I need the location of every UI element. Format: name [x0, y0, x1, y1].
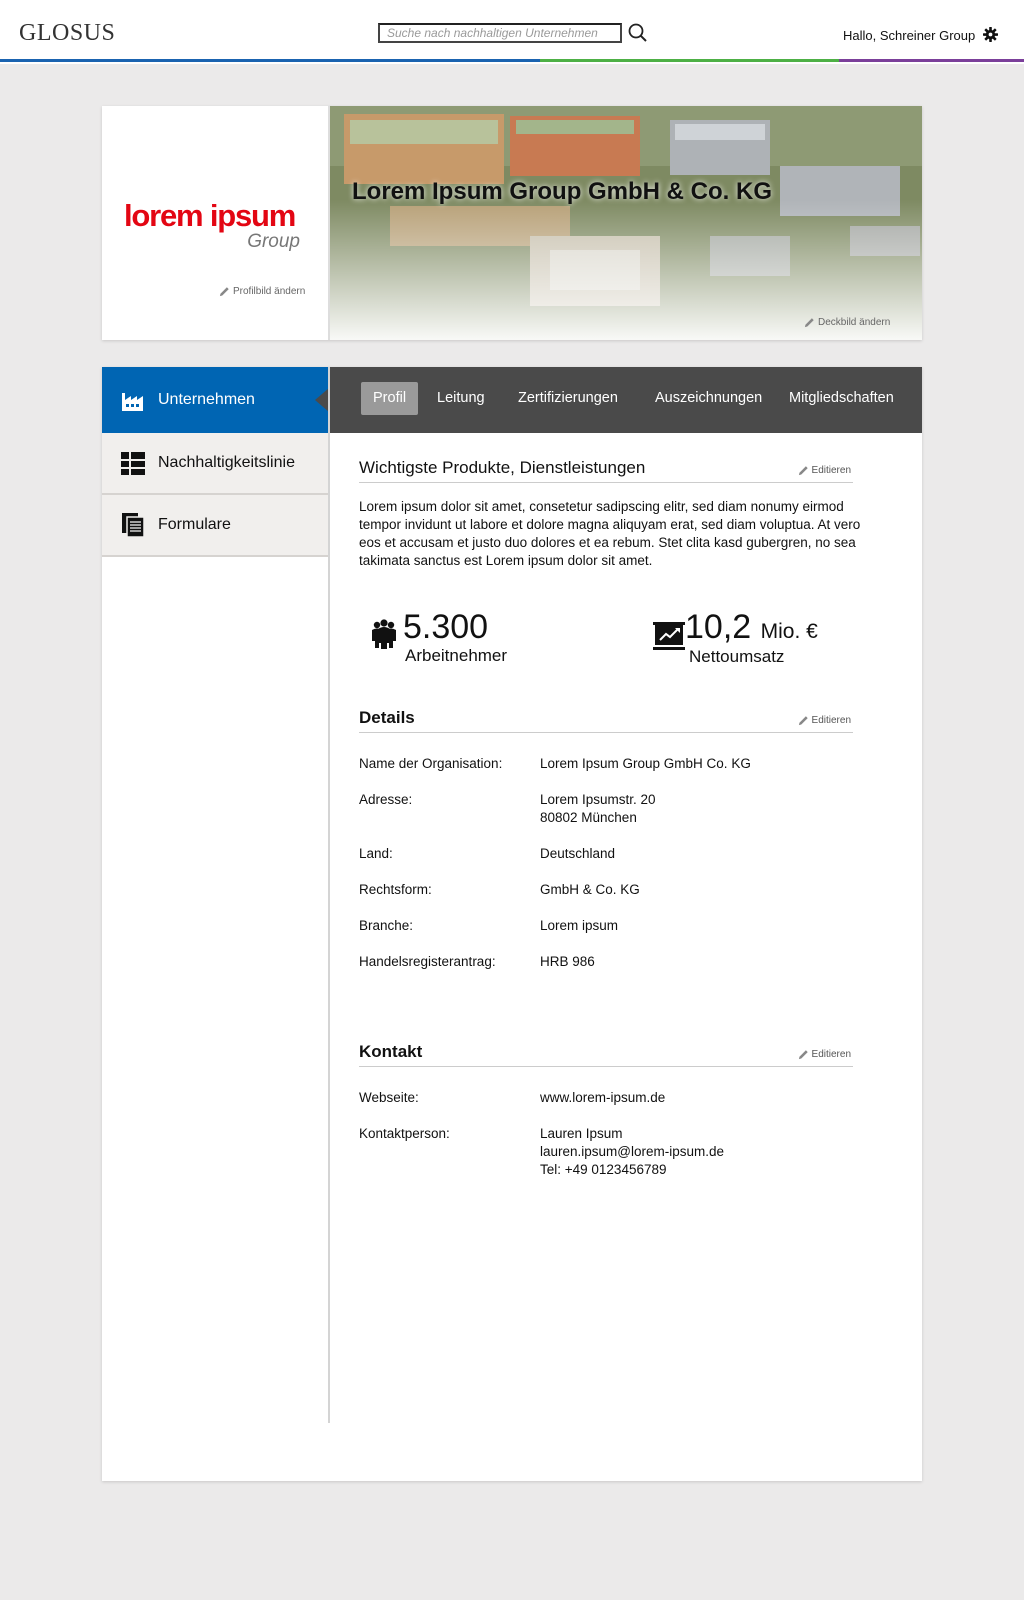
company-logo[interactable]: lorem ipsum Group: [124, 200, 304, 252]
edit-label: Editieren: [811, 465, 851, 476]
header-stripe-green: [540, 59, 839, 62]
contact-section-header: Kontakt Editieren: [359, 1039, 853, 1067]
tab-leitung[interactable]: Leitung: [425, 382, 497, 415]
details-title: Details: [359, 708, 415, 727]
logo-sub-text: Group: [247, 231, 300, 252]
glosus-logo[interactable]: GLOSUS: [19, 20, 115, 47]
change-profile-image-label: Profilbild ändern: [233, 286, 306, 297]
people-icon: [372, 619, 396, 649]
sidebar-item-label: Unternehmen: [158, 391, 255, 408]
revenue-number: 10,2: [685, 608, 752, 646]
detail-value: Deutschland: [540, 846, 616, 861]
tab-profil[interactable]: Profil: [361, 382, 419, 415]
cover-image: Lorem Ipsum Group GmbH & Co. KG Deckbild…: [328, 106, 922, 340]
pencil-icon: [219, 287, 229, 297]
sidebar-item-formulare[interactable]: Formulare: [102, 495, 328, 557]
factory-icon: [122, 393, 143, 411]
user-greeting[interactable]: Hallo, Schreiner Group: [843, 28, 975, 43]
detail-value: Lorem Ipsumstr. 20: [540, 792, 656, 807]
edit-label: Editieren: [811, 1049, 851, 1060]
sidebar-item-unternehmen[interactable]: Unternehmen: [102, 367, 329, 433]
detail-label: Rechtsform:: [359, 882, 432, 897]
company-name-title: Lorem Ipsum Group GmbH & Co. KG: [352, 178, 773, 205]
header-stripe-purple: [839, 59, 1024, 62]
contact-label: Webseite:: [359, 1090, 419, 1105]
revenue-unit: Mio. €: [760, 620, 818, 643]
products-section-header: Wichtigste Produkte, Dienstleistungen Ed…: [359, 455, 853, 483]
change-cover-image-label: Deckbild ändern: [818, 317, 891, 328]
layout-icon: [121, 452, 145, 475]
tab-auszeichnungen[interactable]: Auszeichnungen: [643, 382, 774, 415]
contact-person-email[interactable]: lauren.ipsum@lorem-ipsum.de: [540, 1143, 724, 1161]
employees-label: Arbeitnehmer: [405, 646, 508, 665]
documents-icon: [122, 513, 145, 538]
detail-value: GmbH & Co. KG: [540, 882, 640, 897]
edit-details-button[interactable]: Editieren: [798, 715, 851, 726]
edit-products-button[interactable]: Editieren: [798, 465, 851, 476]
pencil-icon: [798, 716, 808, 726]
search-icon[interactable]: [628, 23, 648, 43]
contact-person-phone: Tel: +49 0123456789: [540, 1162, 667, 1177]
edit-contact-button[interactable]: Editieren: [798, 1049, 851, 1060]
detail-value: HRB 986: [540, 954, 595, 969]
pencil-icon: [804, 318, 814, 328]
products-description: Lorem ipsum dolor sit amet, consetetur s…: [359, 499, 861, 568]
header-stripe-blue: [0, 59, 540, 62]
contact-title: Kontakt: [359, 1042, 423, 1061]
side-navigation: Unternehmen Nachhaltigkeitslinie Formula…: [102, 367, 329, 557]
detail-label: Land:: [359, 846, 393, 861]
sidebar-item-nachhaltigkeitslinie[interactable]: Nachhaltigkeitslinie: [102, 433, 328, 495]
search-input[interactable]: [378, 23, 622, 43]
revenue-value: 10,2 Mio. €: [685, 610, 818, 649]
detail-label: Adresse:: [359, 792, 413, 807]
tab-zertifizierungen[interactable]: Zertifizierungen: [506, 382, 630, 415]
details-section-header: Details Editieren: [359, 705, 853, 733]
top-bar: GLOSUS Hallo, Schreiner Group: [0, 0, 1024, 64]
detail-value: Lorem Ipsum Group GmbH Co. KG: [540, 756, 751, 771]
pencil-icon: [798, 1050, 808, 1060]
presentation-chart-icon: [653, 622, 685, 650]
edit-label: Editieren: [811, 715, 851, 726]
tab-mitgliedschaften[interactable]: Mitgliedschaften: [777, 382, 906, 415]
website-link[interactable]: www.lorem-ipsum.de: [540, 1089, 665, 1107]
vertical-divider: [328, 367, 330, 1423]
detail-label: Branche:: [359, 918, 414, 933]
cover-fade-overlay: [330, 106, 922, 340]
employees-value: 5.300: [403, 608, 489, 646]
products-title: Wichtigste Produkte, Dienstleistungen: [359, 458, 646, 477]
pencil-icon: [798, 466, 808, 476]
gear-icon[interactable]: [983, 27, 998, 42]
detail-label: Handelsregisterantrag:: [359, 954, 496, 969]
sidebar-item-label: Nachhaltigkeitslinie: [158, 454, 295, 471]
detail-value: Lorem ipsum: [540, 918, 619, 933]
detail-value: 80802 München: [540, 810, 637, 825]
logo-main-text: lorem ipsum: [124, 198, 296, 233]
detail-label: Name der Organisation:: [359, 756, 503, 771]
profile-tabs: Profil Leitung Zertifizierungen Auszeich…: [330, 367, 922, 433]
contact-person-name: Lauren Ipsum: [540, 1126, 623, 1141]
sidebar-item-label: Formulare: [158, 516, 231, 533]
profile-header-card: lorem ipsum Group Profilbild ändern Lore…: [102, 106, 922, 340]
contact-label: Kontaktperson:: [359, 1126, 450, 1141]
change-cover-image-link[interactable]: Deckbild ändern: [804, 317, 890, 328]
main-content-card: Unternehmen Nachhaltigkeitslinie Formula…: [102, 367, 922, 1481]
change-profile-image-link[interactable]: Profilbild ändern: [219, 286, 305, 297]
revenue-label: Nettoumsatz: [689, 647, 785, 666]
